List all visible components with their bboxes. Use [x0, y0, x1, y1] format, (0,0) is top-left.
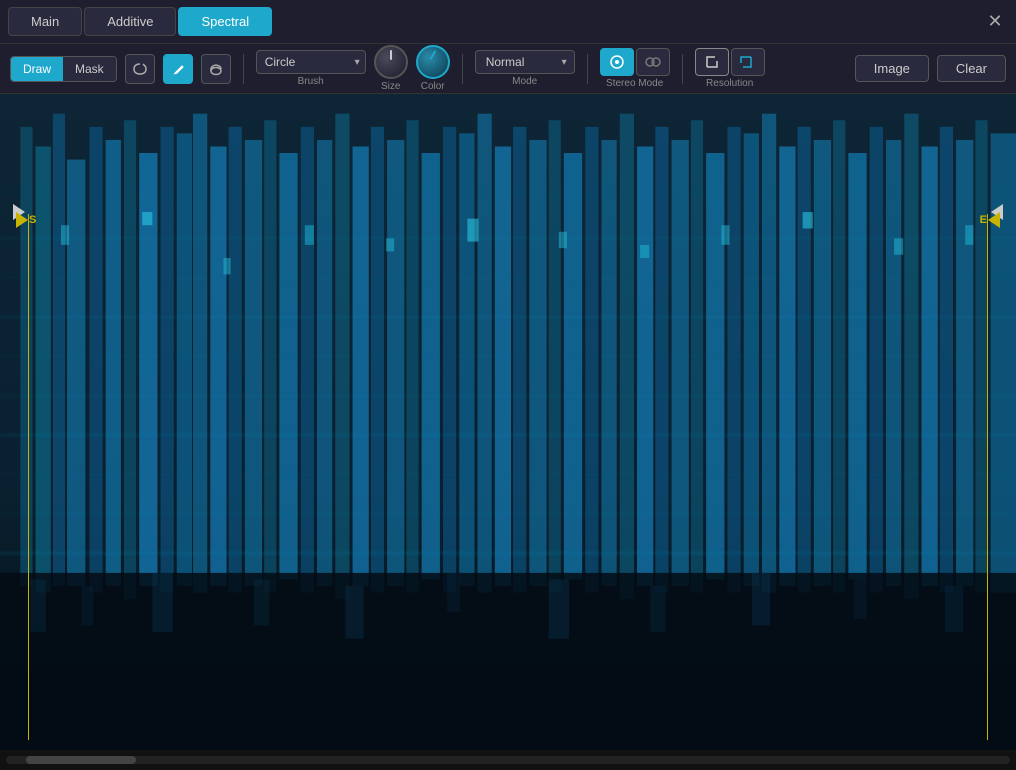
spectrogram[interactable]: S E — [0, 94, 1016, 750]
separator-4 — [682, 54, 683, 84]
draw-mask-group: Draw Mask — [10, 56, 117, 82]
stereo-dual-icon — [644, 53, 662, 71]
brush-label: Brush — [298, 76, 324, 87]
eraser-tool[interactable] — [201, 54, 231, 84]
tab-additive[interactable]: Additive — [84, 7, 176, 36]
selection-line-right — [987, 214, 988, 740]
mode-label: Mode — [512, 76, 537, 87]
image-button[interactable]: Image — [855, 55, 929, 82]
color-knob[interactable] — [416, 45, 450, 79]
lasso-tool[interactable] — [125, 54, 155, 84]
separator-3 — [587, 54, 588, 84]
size-knob[interactable] — [374, 45, 408, 79]
res-up-icon — [739, 53, 757, 71]
color-knob-wrap: Color — [416, 45, 450, 92]
stereo-label: Stereo Mode — [606, 78, 663, 89]
pencil-tool[interactable] — [163, 54, 193, 84]
stereo-btns — [600, 48, 670, 76]
scrollbar-thumb[interactable] — [26, 756, 136, 764]
spectrogram-visual — [0, 94, 1016, 750]
lasso-icon — [132, 61, 148, 77]
title-bar: Main Additive Spectral ✕ — [0, 0, 1016, 44]
start-marker[interactable]: S — [16, 212, 36, 228]
brush-select[interactable]: Circle Square Horizontal Vertical — [256, 50, 366, 74]
tab-spectral[interactable]: Spectral — [178, 7, 272, 36]
stereo-wrap: Stereo Mode — [600, 48, 670, 89]
mode-select[interactable]: Normal Additive Subtractive Multiply — [475, 50, 575, 74]
size-knob-wrap: Size — [374, 45, 408, 92]
pencil-icon — [170, 61, 186, 77]
tab-main[interactable]: Main — [8, 7, 82, 36]
resolution-label: Resolution — [706, 78, 753, 89]
clear-button[interactable]: Clear — [937, 55, 1006, 82]
mode-select-container: Normal Additive Subtractive Multiply — [475, 50, 575, 74]
stereo-circle-icon — [608, 53, 626, 71]
mode-select-wrap: Normal Additive Subtractive Multiply Mod… — [475, 50, 575, 87]
mask-button[interactable]: Mask — [63, 57, 116, 81]
separator-2 — [462, 54, 463, 84]
res-btn-2[interactable] — [731, 48, 765, 76]
tab-group: Main Additive Spectral — [8, 7, 272, 36]
resolution-wrap: Resolution — [695, 48, 765, 89]
stereo-btn-2[interactable] — [636, 48, 670, 76]
res-btns — [695, 48, 765, 76]
scrollbar-area — [0, 750, 1016, 770]
toolbar: Draw Mask Circle Square Horizontal Verti… — [0, 44, 1016, 94]
brush-selector-wrap: Circle Square Horizontal Vertical Brush — [256, 50, 366, 87]
end-marker-label: E — [980, 214, 987, 226]
scrollbar-track[interactable] — [6, 756, 1010, 764]
draw-button[interactable]: Draw — [11, 57, 63, 81]
separator-1 — [243, 54, 244, 84]
res-down-icon — [703, 53, 721, 71]
brush-select-container: Circle Square Horizontal Vertical — [256, 50, 366, 74]
stereo-btn-1[interactable] — [600, 48, 634, 76]
eraser-icon — [208, 61, 224, 77]
selection-line-left — [28, 214, 29, 740]
main-content: S E — [0, 94, 1016, 750]
close-button[interactable]: ✕ — [982, 9, 1008, 35]
color-label: Color — [421, 81, 445, 92]
end-marker[interactable]: E — [980, 212, 1000, 228]
res-btn-1[interactable] — [695, 48, 729, 76]
start-marker-label: S — [29, 214, 36, 226]
size-label: Size — [381, 81, 400, 92]
